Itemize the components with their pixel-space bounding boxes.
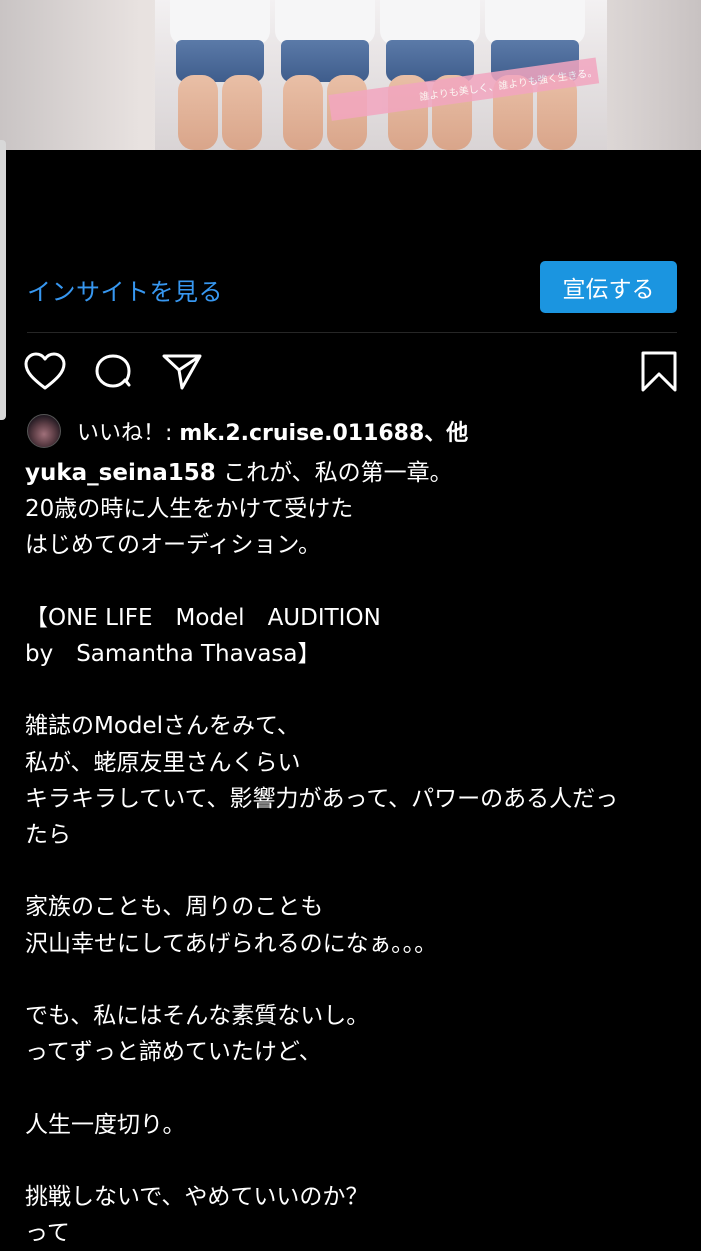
comment-icon[interactable] <box>92 350 136 394</box>
likes-prefix: いいね！: <box>77 421 180 446</box>
liker-avatar <box>27 414 61 448</box>
heart-icon[interactable] <box>23 350 67 394</box>
promote-button[interactable]: 宣伝する <box>540 261 677 313</box>
caption-line: たら <box>25 822 71 848</box>
caption-line: 雑誌のModelさんをみて、 <box>25 713 300 740</box>
caption-line: 人生一度切り。 <box>25 1111 186 1138</box>
caption-line: って <box>25 1220 70 1247</box>
caption-line: 家族のことも、周りのことも <box>25 894 324 921</box>
post-image[interactable]: 誰よりも美しく、誰よりも強く生きる。 <box>0 0 701 150</box>
post-caption: yuka_seina158 これが、私の第一章。 20歳の時に人生をかけて受けた… <box>25 455 685 1251</box>
caption-line: 20歳の時に人生をかけて受けた <box>25 496 354 523</box>
caption-line: 沢山幸せにしてあげられるのになぁ。。。 <box>25 930 438 957</box>
bookmark-icon[interactable] <box>639 350 679 394</box>
caption-line: 【ONE LIFE Model AUDITION <box>25 604 381 631</box>
caption-line: 私が、蛯原友里さんくらい <box>25 749 301 776</box>
likes-text: いいね！: mk.2.cruise.011688、他 <box>77 415 468 447</box>
send-icon[interactable] <box>160 350 204 394</box>
caption-first-line: これが、私の第一章。 <box>215 460 453 486</box>
caption-line: キラキラしていて、影響力があって、パワーのある人だっ <box>25 785 619 812</box>
caption-line: by Samantha Thavasa】 <box>25 641 321 667</box>
caption-username[interactable]: yuka_seina158 <box>25 460 216 486</box>
caption-line <box>25 1070 685 1106</box>
model-figure <box>275 0 375 150</box>
caption-line: はじめてのオーディション。 <box>25 532 322 559</box>
model-figure <box>170 0 270 150</box>
divider <box>27 332 677 333</box>
caption-body: 20歳の時に人生をかけて受けた はじめてのオーディション。【ONE LIFE Mo… <box>25 491 685 1251</box>
caption-line: ってずっと諦めていたけど、 <box>25 1039 322 1066</box>
caption-line <box>25 564 685 600</box>
caption-line: 挑戦しないで、やめていいのか？ <box>25 1183 369 1210</box>
caption-line <box>25 853 685 889</box>
view-insights-link[interactable]: インサイトを見る <box>27 272 223 307</box>
edge-panel-handle[interactable] <box>0 140 6 420</box>
liker-username[interactable]: mk.2.cruise.011688 <box>179 421 424 446</box>
caption-line <box>25 1143 685 1179</box>
likes-row[interactable]: いいね！: mk.2.cruise.011688、他 <box>27 414 468 448</box>
caption-line <box>25 672 685 708</box>
likes-suffix[interactable]: 、他 <box>424 421 468 446</box>
caption-line <box>25 962 685 998</box>
caption-line: でも、私にはそんな素質ないし。 <box>25 1002 370 1029</box>
